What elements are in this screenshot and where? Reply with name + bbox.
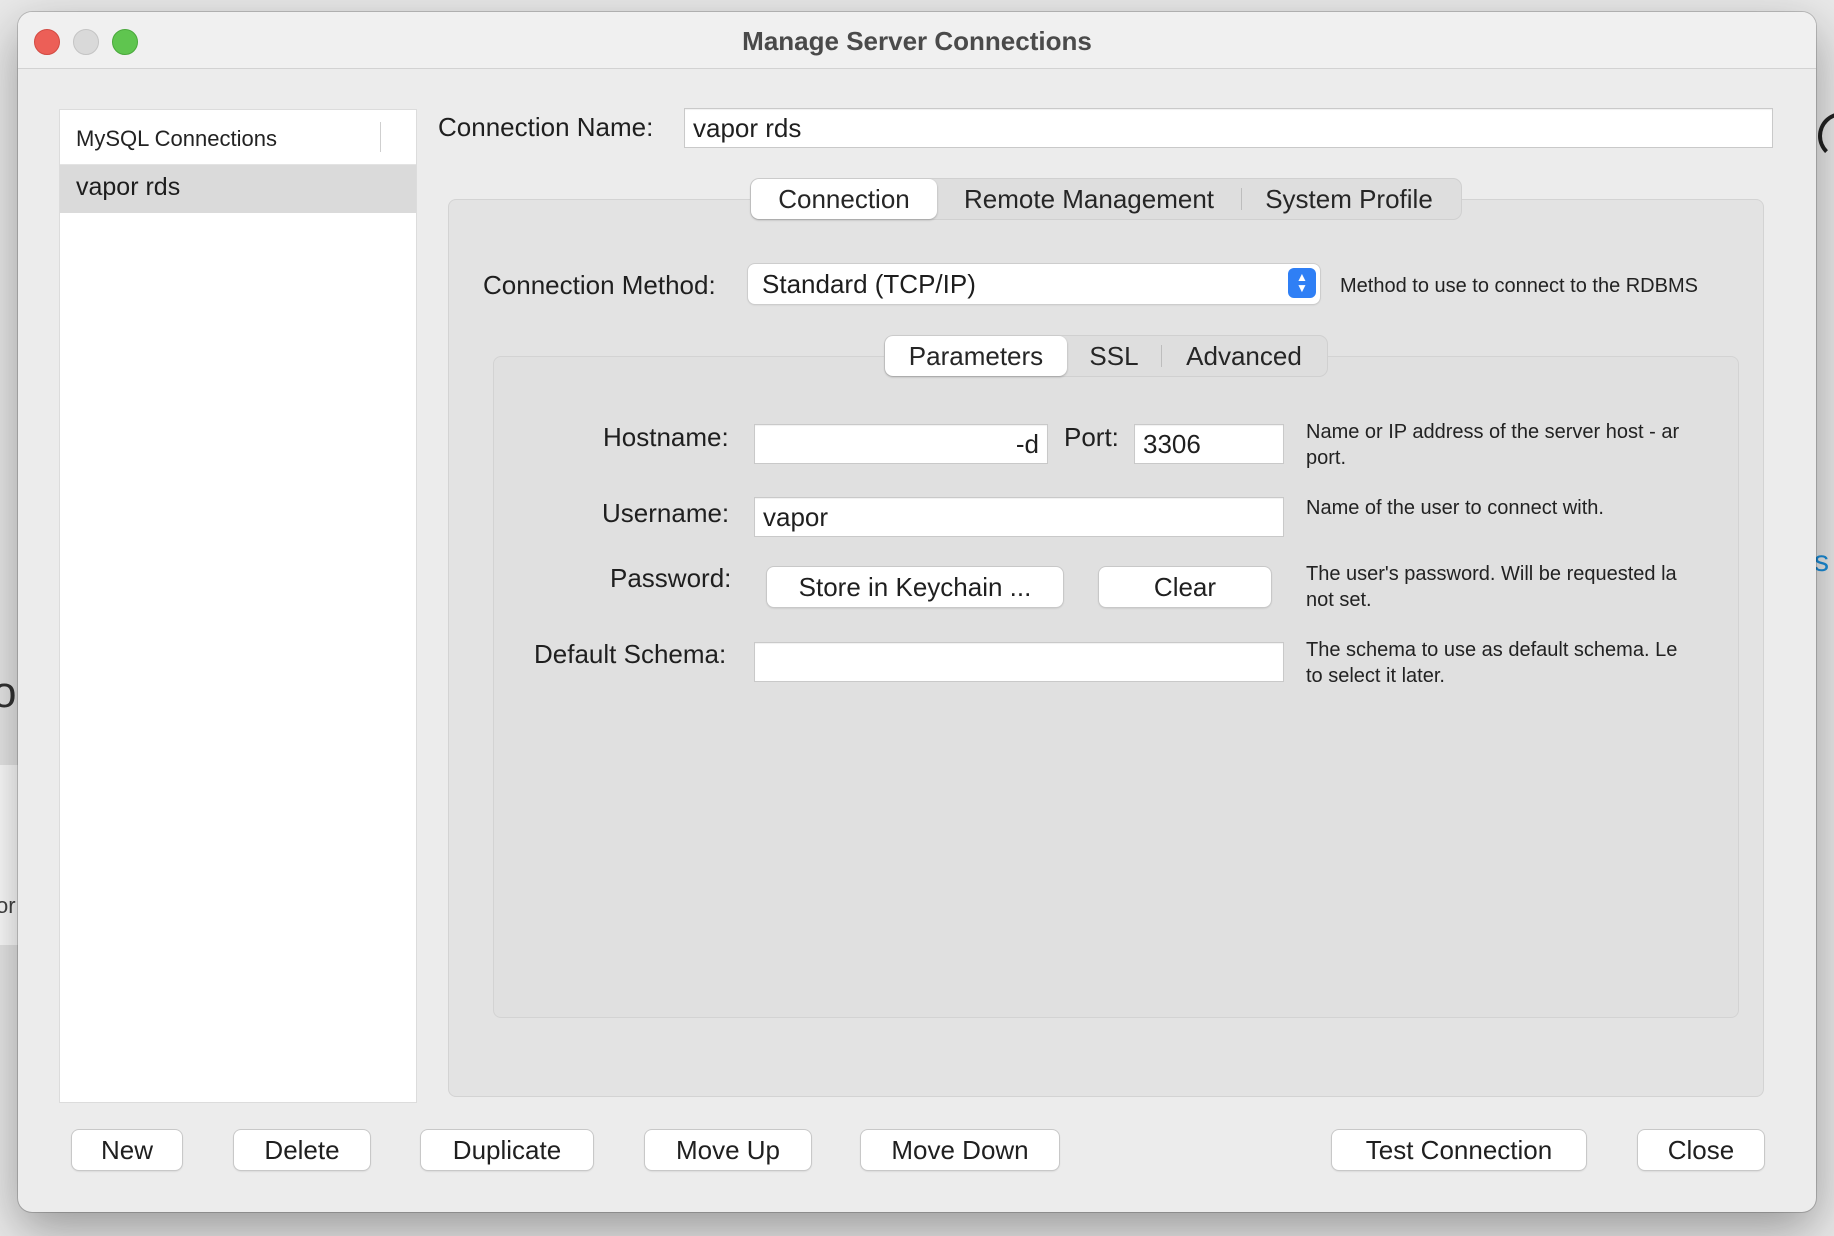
close-button[interactable]: Close xyxy=(1638,1130,1764,1170)
username-value: vapor xyxy=(763,501,829,532)
sub-tabs: Parameters SSL Advanced xyxy=(884,335,1328,377)
connection-method-value: Standard (TCP/IP) xyxy=(762,268,976,299)
connection-item-vapor-rds[interactable]: vapor rds xyxy=(60,165,416,213)
title-bar: Manage Server Connections xyxy=(18,12,1816,69)
manage-connections-window: Manage Server Connections MySQL Connecti… xyxy=(18,12,1816,1212)
default-schema-field[interactable] xyxy=(754,642,1284,682)
tab-ssl[interactable]: SSL xyxy=(1067,336,1161,376)
window-title: Manage Server Connections xyxy=(742,26,1092,56)
chevron-up-down-icon: ▲ ▼ xyxy=(1288,268,1316,298)
password-label: Password: xyxy=(610,563,732,593)
default-schema-help-line-2: to select it later. xyxy=(1306,665,1445,687)
column-divider xyxy=(380,122,381,152)
username-label: Username: xyxy=(602,498,730,528)
hostname-help-line-2: port. xyxy=(1306,447,1347,469)
connection-name-label: Connection Name: xyxy=(438,112,654,142)
default-schema-help-line-1: The schema to use as default schema. Le xyxy=(1306,639,1678,661)
tab-parameters[interactable]: Parameters xyxy=(885,336,1067,376)
clear-password-button[interactable]: Clear xyxy=(1099,567,1271,607)
username-help: Name of the user to connect with. xyxy=(1306,497,1604,519)
parameters-panel xyxy=(493,356,1739,1018)
hostname-value: -d xyxy=(1015,428,1039,459)
store-in-keychain-button[interactable]: Store in Keychain ... xyxy=(767,567,1063,607)
connection-name-field[interactable]: vapor rds xyxy=(684,108,1773,148)
connection-method-help: Method to use to connect to the RDBMS xyxy=(1340,275,1698,297)
background-text: s xyxy=(1814,545,1829,578)
hostname-label: Hostname: xyxy=(603,422,729,452)
connections-list[interactable]: MySQL Connections vapor rds xyxy=(59,109,417,1103)
tab-advanced[interactable]: Advanced xyxy=(1162,336,1326,376)
connection-name-value: vapor rds xyxy=(693,112,802,143)
background-text: o xyxy=(0,668,17,717)
move-up-button[interactable]: Move Up xyxy=(645,1130,811,1170)
duplicate-connection-button[interactable]: Duplicate xyxy=(421,1130,593,1170)
tab-label: SSL xyxy=(1089,340,1139,371)
tab-remote-management[interactable]: Remote Management xyxy=(937,179,1241,219)
tab-connection[interactable]: Connection xyxy=(751,179,937,219)
default-schema-label: Default Schema: xyxy=(534,639,727,669)
tab-label: Parameters xyxy=(908,340,1044,371)
username-field[interactable]: vapor xyxy=(754,497,1284,537)
connections-list-header: MySQL Connections xyxy=(60,110,416,165)
hostname-help-line-1: Name or IP address of the server host - … xyxy=(1306,421,1680,443)
connection-item-label: vapor rds xyxy=(76,173,181,201)
password-help-line-2: not set. xyxy=(1306,589,1372,611)
tab-system-profile[interactable]: System Profile xyxy=(1242,179,1456,219)
new-connection-button[interactable]: New xyxy=(72,1130,182,1170)
test-connection-button[interactable]: Test Connection xyxy=(1332,1130,1586,1170)
background-shape xyxy=(1818,112,1834,160)
connections-list-header-label: MySQL Connections xyxy=(76,126,277,151)
delete-connection-button[interactable]: Delete xyxy=(234,1130,370,1170)
port-field[interactable]: 3306 xyxy=(1134,424,1284,464)
background-text: or xyxy=(0,893,16,918)
tab-label: System Profile xyxy=(1265,183,1433,214)
tab-label: Advanced xyxy=(1186,340,1302,371)
port-label: Port: xyxy=(1064,422,1119,452)
connection-method-label: Connection Method: xyxy=(483,270,716,300)
port-value: 3306 xyxy=(1143,428,1201,459)
tab-label: Connection xyxy=(778,183,910,214)
password-help-line-1: The user's password. Will be requested l… xyxy=(1306,563,1677,585)
tab-label: Remote Management xyxy=(963,183,1215,214)
hostname-field[interactable]: -d xyxy=(754,424,1048,464)
move-down-button[interactable]: Move Down xyxy=(861,1130,1059,1170)
connection-method-select[interactable]: Standard (TCP/IP) ▲ ▼ xyxy=(748,264,1320,304)
main-tabs: Connection Remote Management System Prof… xyxy=(750,178,1462,220)
